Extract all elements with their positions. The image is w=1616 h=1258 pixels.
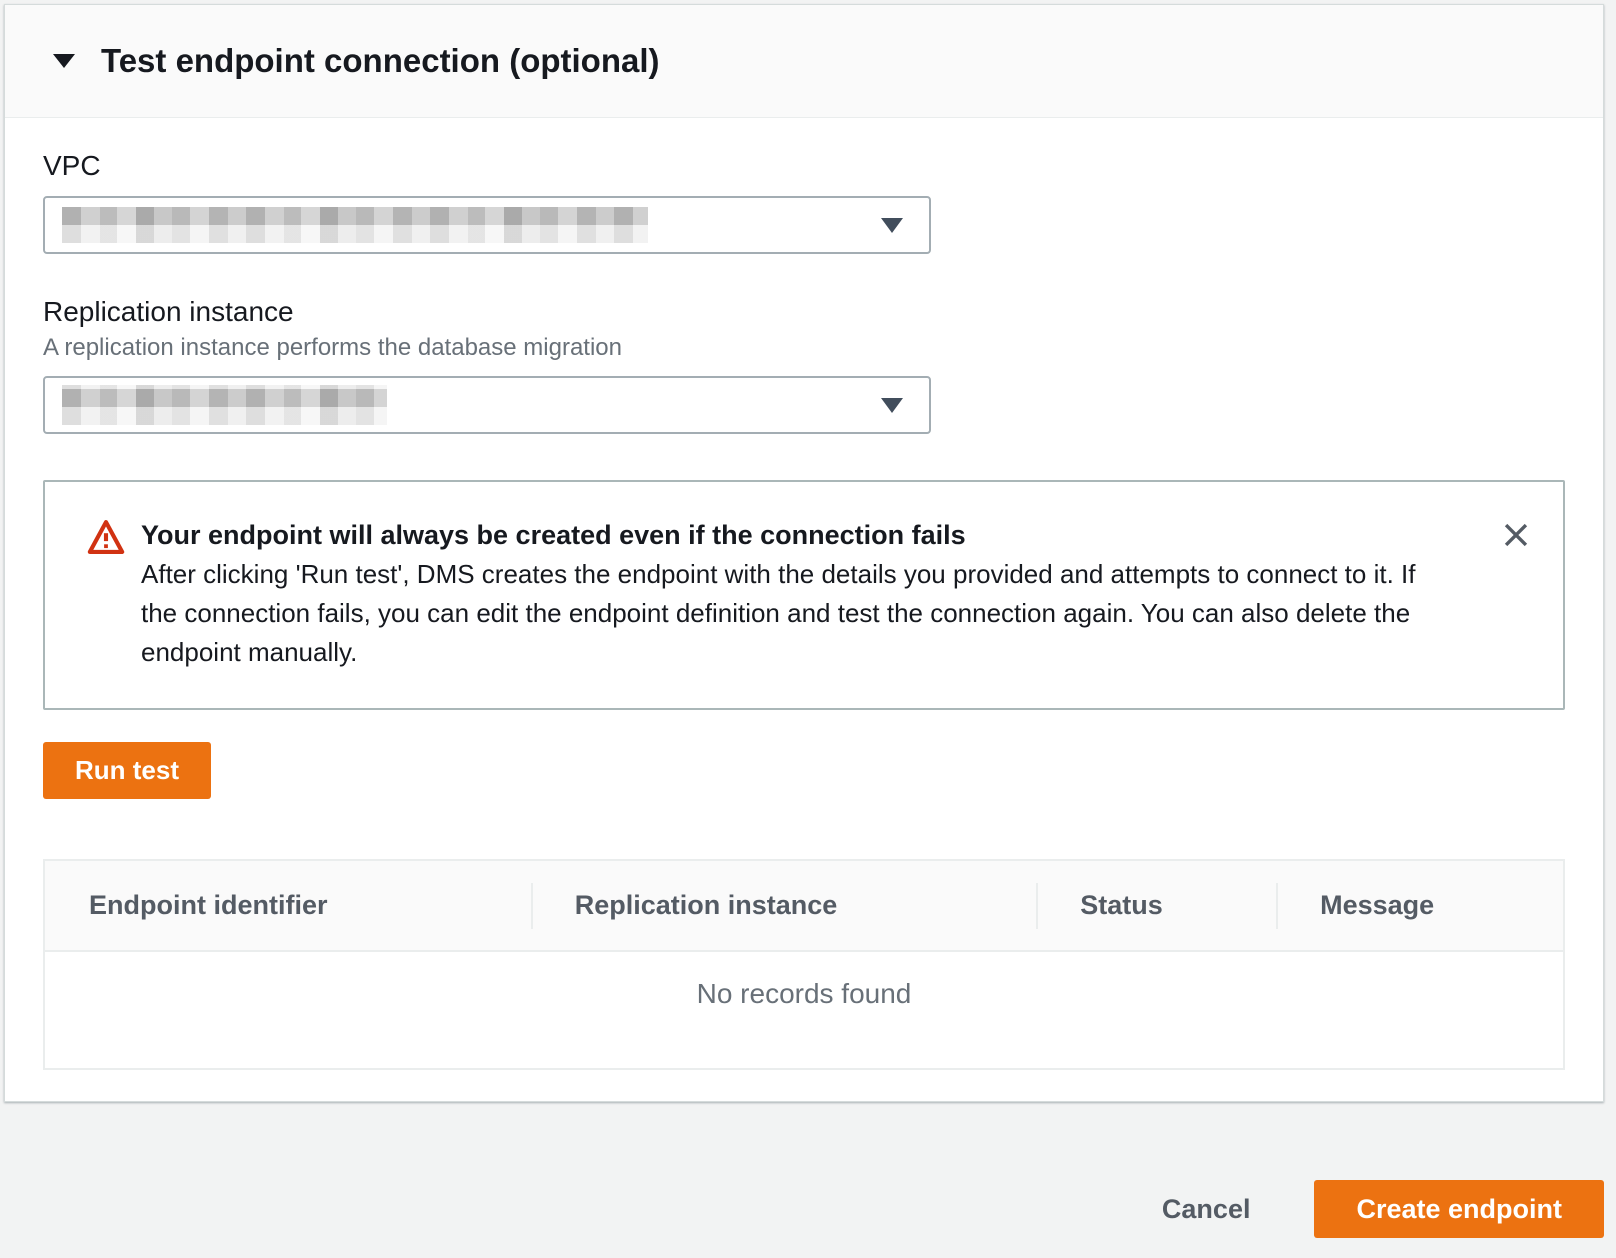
create-endpoint-button[interactable]: Create endpoint — [1314, 1180, 1604, 1238]
test-endpoint-section: Test endpoint connection (optional) VPC … — [4, 4, 1604, 1102]
column-endpoint-identifier: Endpoint identifier — [45, 890, 531, 921]
column-message: Message — [1276, 890, 1563, 921]
dropdown-caret-icon — [881, 218, 903, 233]
table-header-row: Endpoint identifier Replication instance… — [45, 861, 1563, 952]
vpc-select[interactable] — [43, 196, 931, 254]
warning-triangle-icon — [87, 518, 125, 561]
section-body: VPC Replication instance A replication i… — [5, 118, 1603, 1070]
alert-message: After clicking 'Run test', DMS creates t… — [141, 555, 1451, 672]
replication-instance-description: A replication instance performs the data… — [43, 334, 1565, 362]
collapse-triangle-icon — [53, 54, 75, 68]
vpc-redacted-value — [62, 207, 648, 243]
close-icon — [1499, 518, 1533, 552]
alert-title: Your endpoint will always be created eve… — [141, 516, 1451, 555]
run-test-button[interactable]: Run test — [43, 742, 211, 799]
section-header[interactable]: Test endpoint connection (optional) — [5, 5, 1603, 118]
vpc-field: VPC — [43, 150, 1565, 254]
no-records-text: No records found — [697, 978, 912, 1068]
replication-instance-field: Replication instance A replication insta… — [43, 296, 1565, 434]
warning-alert: Your endpoint will always be created eve… — [43, 480, 1565, 710]
close-button[interactable] — [1499, 518, 1533, 552]
column-replication-instance: Replication instance — [531, 890, 1036, 921]
form-actions-bar: Cancel Create endpoint — [0, 1104, 1616, 1258]
section-title: Test endpoint connection (optional) — [101, 42, 660, 80]
replication-instance-label: Replication instance — [43, 296, 1565, 328]
replication-instance-redacted-value — [62, 385, 387, 425]
dropdown-caret-icon — [881, 398, 903, 413]
cancel-button[interactable]: Cancel — [1162, 1180, 1251, 1238]
test-results-table: Endpoint identifier Replication instance… — [43, 859, 1565, 1070]
vpc-label: VPC — [43, 150, 1565, 182]
table-empty-state: No records found — [45, 952, 1563, 1068]
replication-instance-select[interactable] — [43, 376, 931, 434]
column-status: Status — [1036, 890, 1276, 921]
